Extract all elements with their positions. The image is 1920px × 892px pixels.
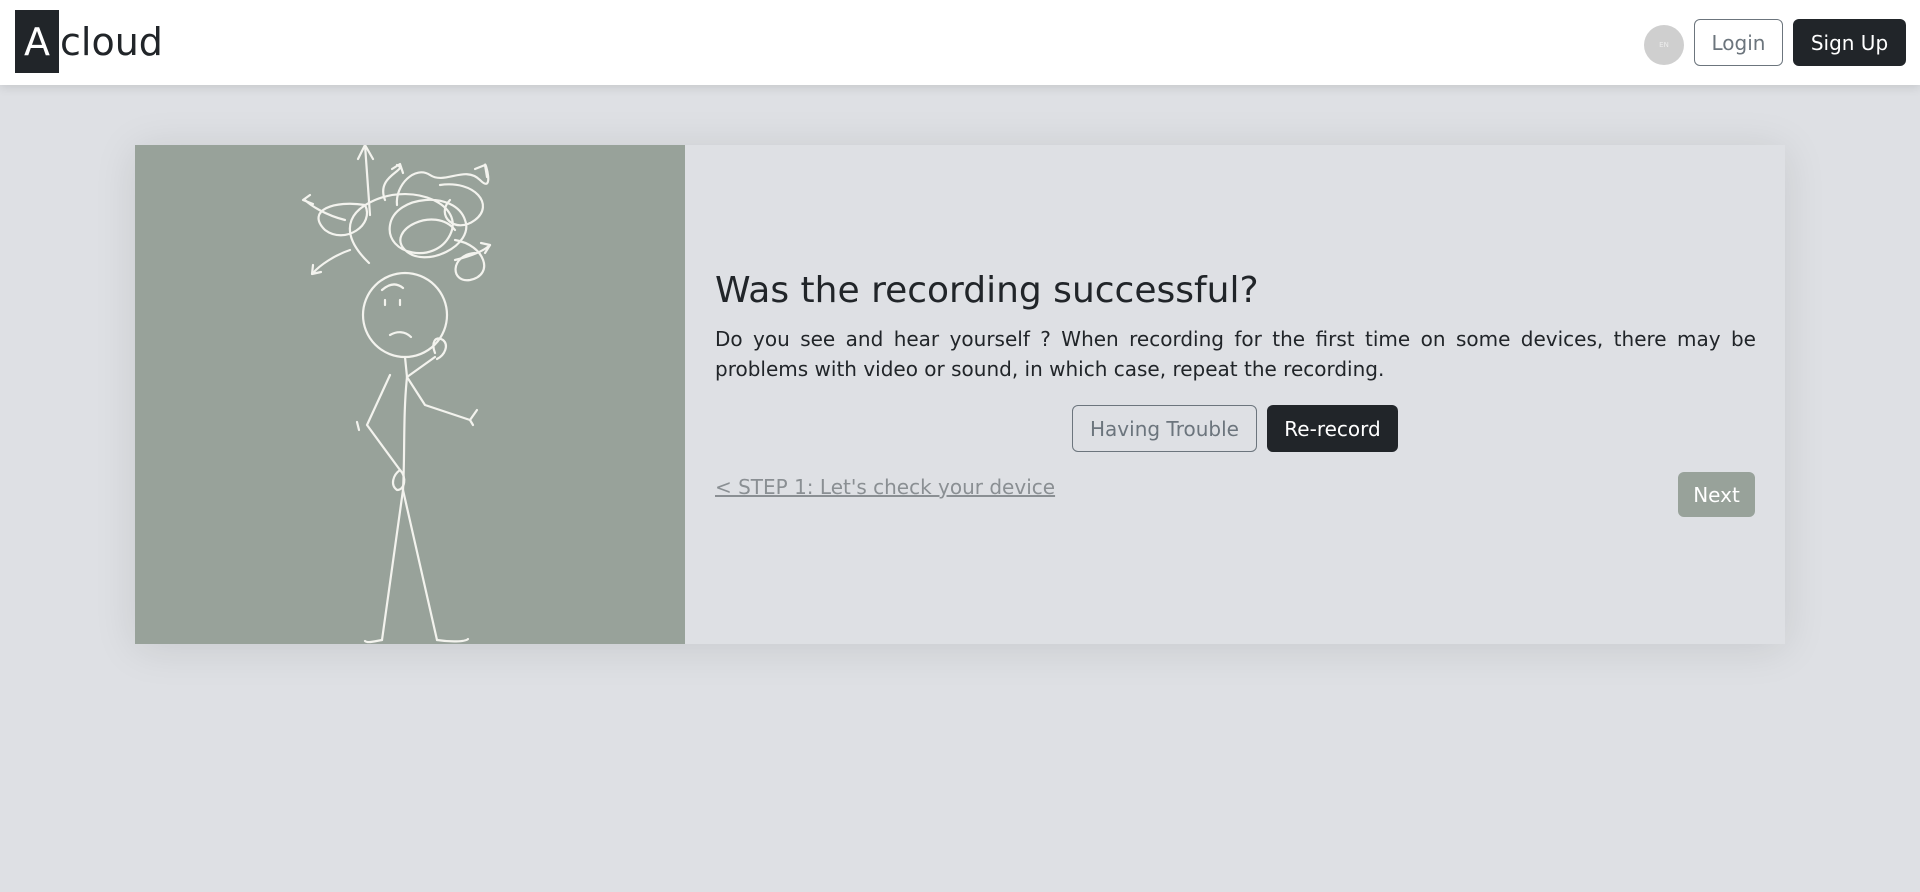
brand-logo-text: cloud <box>60 19 163 64</box>
top-navbar: A cloud EN Login Sign Up <box>0 0 1920 85</box>
having-trouble-button[interactable]: Having Trouble <box>1072 405 1257 452</box>
recording-instructions: Do you see and hear yourself ? When reco… <box>715 327 1756 381</box>
recording-check-content: Was the recording successful? Do you see… <box>685 145 1785 644</box>
back-to-step-1-link[interactable]: < STEP 1: Let's check your device <box>715 475 1055 499</box>
next-button[interactable]: Next <box>1678 472 1755 517</box>
confused-person-illustration <box>135 145 685 644</box>
brand-logo-mark: A <box>15 10 59 73</box>
language-switcher[interactable]: EN <box>1644 25 1684 65</box>
rerecord-button[interactable]: Re-record <box>1267 405 1398 452</box>
language-badge-text: EN <box>1659 41 1669 49</box>
stick-figure-image <box>301 145 492 644</box>
recording-check-card: Was the recording successful? Do you see… <box>135 145 1785 644</box>
signup-button[interactable]: Sign Up <box>1793 19 1906 66</box>
brand-logo[interactable]: A cloud <box>15 10 163 73</box>
login-button[interactable]: Login <box>1694 19 1783 66</box>
page-title: Was the recording successful? <box>715 270 1259 311</box>
